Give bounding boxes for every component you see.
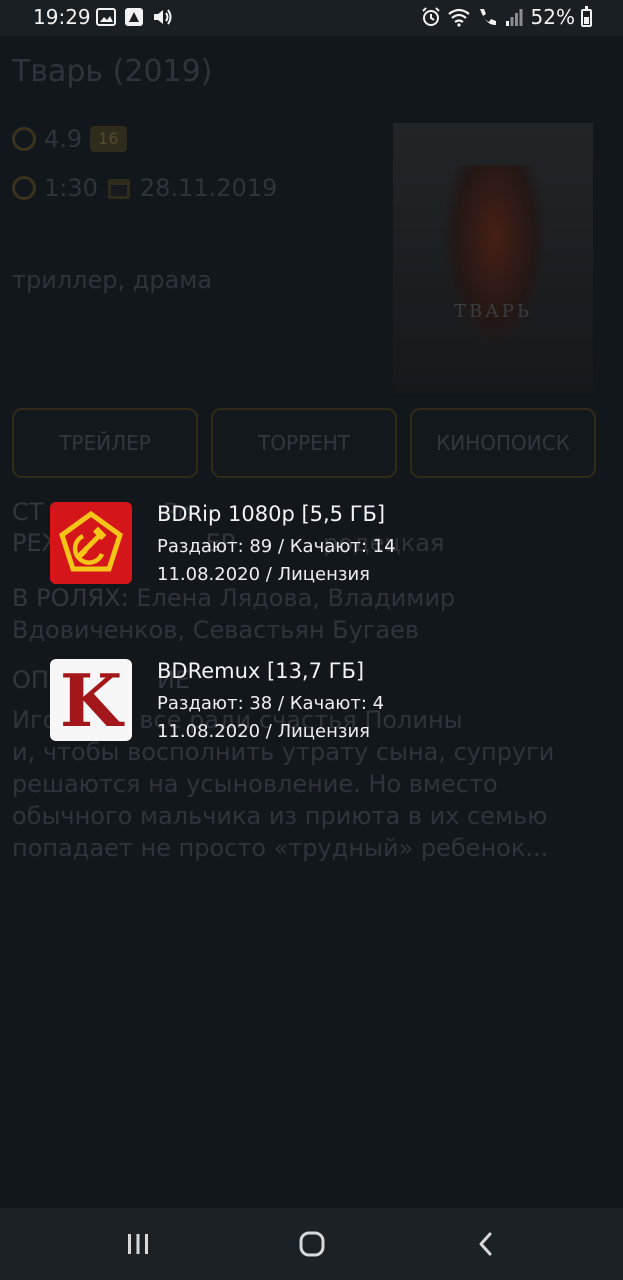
torrent-item-bdrip[interactable]: BDRip 1080p [5,5 ГБ] Раздают: 89 / Качаю… bbox=[50, 502, 610, 586]
app-icon bbox=[125, 8, 143, 26]
alarm-icon bbox=[422, 7, 440, 26]
torrent-stats: Раздают: 38 / Качают: 4 bbox=[157, 693, 385, 714]
back-button[interactable] bbox=[466, 1226, 506, 1262]
hammer-sickle-icon bbox=[50, 502, 132, 584]
torrent-date: 11.08.2020 / Лицензия bbox=[157, 564, 370, 585]
recent-apps-icon bbox=[128, 1234, 148, 1254]
recent-apps-button[interactable] bbox=[118, 1226, 158, 1262]
battery-icon bbox=[581, 6, 592, 27]
gallery-icon bbox=[96, 8, 116, 26]
dim-overlay[interactable] bbox=[0, 36, 623, 1208]
home-icon bbox=[299, 1231, 325, 1257]
torrent-name: BDRemux [13,7 ГБ] bbox=[157, 659, 365, 683]
wifi-icon bbox=[448, 8, 470, 27]
torrent-date: 11.08.2020 / Лицензия bbox=[157, 721, 370, 742]
volume-icon bbox=[154, 9, 172, 25]
call-icon bbox=[480, 9, 496, 26]
k-letter-icon: K bbox=[50, 659, 132, 741]
navigation-bar bbox=[0, 1208, 623, 1280]
status-bar: 19:29 52% bbox=[0, 0, 623, 36]
status-time: 19:29 bbox=[33, 5, 91, 29]
torrent-item-bdremux[interactable]: K BDRemux [13,7 ГБ] Раздают: 38 / Качают… bbox=[50, 659, 610, 743]
signal-icon bbox=[506, 9, 523, 26]
torrent-name: BDRip 1080p [5,5 ГБ] bbox=[157, 502, 386, 526]
battery-percent: 52% bbox=[530, 5, 575, 29]
torrent-stats: Раздают: 89 / Качают: 14 bbox=[157, 536, 396, 557]
back-icon bbox=[479, 1232, 492, 1256]
home-button[interactable] bbox=[292, 1226, 332, 1262]
